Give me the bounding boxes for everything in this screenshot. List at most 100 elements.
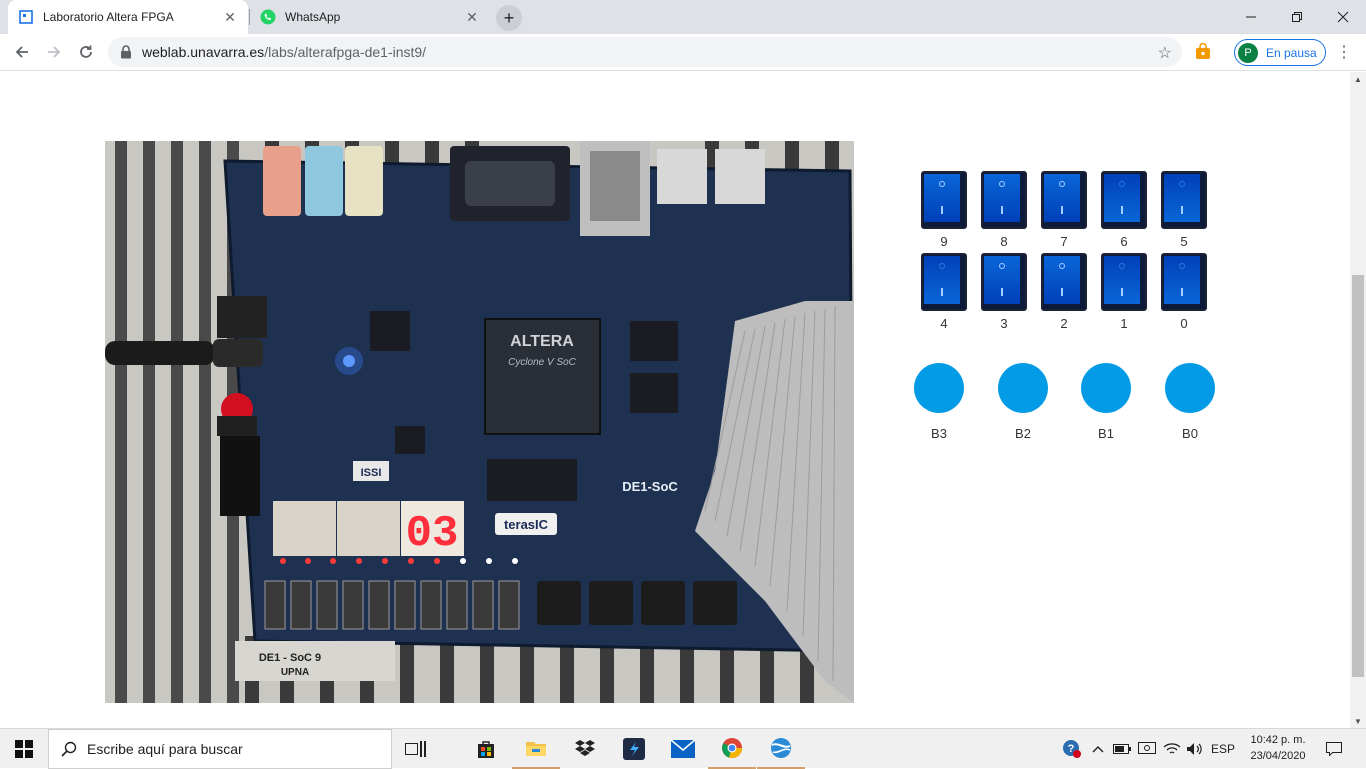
switch-label: 8: [1000, 234, 1008, 249]
volume-icon[interactable]: [1184, 729, 1206, 769]
altera-logo-text: ALTERA: [510, 333, 574, 350]
switch-3[interactable]: [981, 253, 1027, 311]
switch-9[interactable]: [921, 171, 967, 229]
task-view-icon[interactable]: [392, 729, 440, 769]
language-indicator[interactable]: ESP: [1208, 729, 1238, 769]
switch-on-mark-icon: [941, 288, 943, 296]
clock[interactable]: 10:42 p. m. 23/04/2020: [1240, 732, 1316, 764]
switch-label: 7: [1060, 234, 1068, 249]
visual-studio-code-icon[interactable]: [610, 729, 658, 769]
action-center-icon[interactable]: [1320, 729, 1348, 769]
switch-0[interactable]: [1161, 253, 1207, 311]
scroll-up-arrow-icon[interactable]: ▲: [1350, 72, 1366, 86]
battery-icon[interactable]: [1112, 729, 1132, 769]
switch-7[interactable]: [1041, 171, 1087, 229]
extension-icon[interactable]: [1194, 42, 1212, 61]
start-button[interactable]: [0, 729, 48, 769]
minimize-button[interactable]: [1228, 0, 1274, 34]
network-app-icon[interactable]: [757, 729, 805, 769]
close-tab-icon[interactable]: ✕: [464, 9, 480, 25]
arrow-left-icon: [15, 46, 28, 58]
close-tab-icon[interactable]: ✕: [222, 9, 238, 25]
switch-face: [1164, 174, 1200, 222]
lock-icon[interactable]: [120, 45, 132, 59]
chip-family-text: Cyclone V SoC: [508, 357, 577, 368]
taskbar-search-input[interactable]: Escribe aquí para buscar: [48, 729, 392, 769]
switch-face: [1044, 256, 1080, 304]
switch-off-mark-icon: [1179, 181, 1185, 187]
switch-1[interactable]: [1101, 253, 1147, 311]
webcam-feed: ALTERA Cyclone V SoC ISSI 03 terasIC DE1…: [105, 141, 854, 703]
scroll-thumb[interactable]: [1352, 275, 1364, 677]
help-notification-icon[interactable]: ?: [1060, 729, 1084, 769]
push-button-label: B1: [1098, 426, 1114, 441]
tab-whatsapp[interactable]: WhatsApp ✕: [250, 0, 490, 34]
address-bar[interactable]: weblab.unavarra.es /labs/alterafpga-de1-…: [108, 37, 1182, 67]
switch-on-mark-icon: [1061, 206, 1063, 214]
search-icon: [61, 741, 77, 757]
weblab-favicon-icon: [18, 9, 34, 25]
wifi-icon[interactable]: [1161, 729, 1183, 769]
forward-button[interactable]: [40, 38, 68, 66]
switch-off-mark-icon: [939, 181, 945, 187]
close-window-button[interactable]: [1320, 0, 1366, 34]
push-button-b3[interactable]: [914, 363, 964, 413]
switch-4[interactable]: [921, 253, 967, 311]
push-button-b2[interactable]: [998, 363, 1048, 413]
new-tab-button[interactable]: +: [496, 5, 522, 31]
reload-icon: [80, 45, 92, 58]
dropbox-icon[interactable]: [561, 729, 609, 769]
switch-on-mark-icon: [1061, 288, 1063, 296]
push-button-b0[interactable]: [1165, 363, 1215, 413]
switch-off-mark-icon: [1059, 181, 1065, 187]
microsoft-store-icon[interactable]: [462, 729, 510, 769]
browser-toolbar: weblab.unavarra.es /labs/alterafpga-de1-…: [0, 34, 1366, 71]
reload-button[interactable]: [72, 38, 100, 66]
push-button-b1[interactable]: [1081, 363, 1131, 413]
switch-face: [984, 174, 1020, 222]
profile-button[interactable]: P En pausa: [1234, 39, 1326, 66]
page-content: ALTERA Cyclone V SoC ISSI 03 terasIC DE1…: [0, 72, 1350, 728]
page-scrollbar[interactable]: ▲ ▼: [1350, 72, 1366, 728]
bookmark-star-icon[interactable]: ☆: [1158, 43, 1172, 63]
switch-label: 6: [1120, 234, 1128, 249]
browser-menu-icon[interactable]: ⋮: [1334, 42, 1354, 62]
file-explorer-icon[interactable]: [512, 729, 560, 769]
switch-label: 9: [940, 234, 948, 249]
back-button[interactable]: [8, 38, 36, 66]
switch-off-mark-icon: [999, 181, 1005, 187]
switch-6[interactable]: [1101, 171, 1147, 229]
switch-face: [924, 174, 960, 222]
whatsapp-icon: [260, 9, 276, 25]
switch-face: [1164, 256, 1200, 304]
sync-status-label: En pausa: [1266, 45, 1317, 60]
switch-label: 4: [940, 316, 948, 331]
board-tag-2-text: UPNA: [281, 667, 309, 678]
switch-on-mark-icon: [1181, 206, 1183, 214]
switch-off-mark-icon: [1059, 263, 1065, 269]
windows-logo-icon: [15, 740, 33, 758]
clock-date: 23/04/2020: [1250, 750, 1306, 762]
scroll-down-arrow-icon[interactable]: ▼: [1350, 714, 1366, 728]
url-path: /labs/alterafpga-de1-inst9/: [264, 44, 427, 60]
chrome-icon[interactable]: [708, 729, 756, 769]
switch-5[interactable]: [1161, 171, 1207, 229]
clock-time: 10:42 p. m.: [1250, 734, 1306, 746]
switch-on-mark-icon: [1001, 288, 1003, 296]
switch-off-mark-icon: [1119, 263, 1125, 269]
switch-on-mark-icon: [1121, 288, 1123, 296]
switch-8[interactable]: [981, 171, 1027, 229]
url-host: weblab.unavarra.es: [142, 44, 265, 60]
search-placeholder: Escribe aquí para buscar: [87, 741, 243, 757]
mail-icon[interactable]: [659, 729, 707, 769]
board-tag-text: DE1 - SoC 9: [259, 652, 321, 664]
avatar: P: [1238, 42, 1258, 63]
switch-label: 3: [1000, 316, 1008, 331]
display-settings-icon[interactable]: [1136, 729, 1158, 769]
restore-button[interactable]: [1274, 0, 1320, 34]
switch-on-mark-icon: [1121, 206, 1123, 214]
switch-2[interactable]: [1041, 253, 1087, 311]
tab-laboratorio[interactable]: Laboratorio Altera FPGA ✕: [8, 0, 248, 34]
switch-label: 2: [1060, 316, 1068, 331]
chevron-up-icon[interactable]: [1088, 729, 1108, 769]
